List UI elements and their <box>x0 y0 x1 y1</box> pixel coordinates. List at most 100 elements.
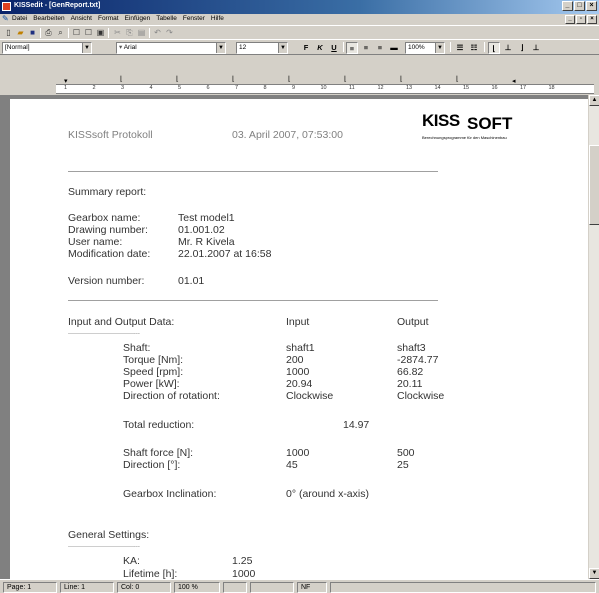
minimize-button[interactable]: _ <box>562 1 573 11</box>
print-icon[interactable]: ⎙ <box>43 27 54 38</box>
ruler-number: 18 <box>548 85 555 91</box>
ruler-scale[interactable]: 1 2 3 4 5 6 7 8 9 10 11 12 13 14 15 16 17 18 <box>56 84 594 94</box>
dash-separator: ------------------------------------ <box>68 331 140 337</box>
doc-restore-button[interactable]: ▫ <box>576 15 586 24</box>
menu-bearbeiten[interactable]: Bearbeiten <box>33 15 64 22</box>
document-icon[interactable]: ✎ <box>2 15 10 23</box>
paste-icon[interactable]: ▤ <box>136 27 147 38</box>
standard-toolbar: ▯ ▰ ■ ⎙ ⌕ ☐ ☐ ▣ ✂ ⎘ ▤ ↶ ↷ <box>0 25 599 39</box>
kisssoft-logo: KISS SOFT Berechnungsprogramme für den M… <box>422 111 513 140</box>
force-label: Direction [°]: <box>123 459 181 471</box>
app-icon <box>2 2 11 11</box>
undo-icon[interactable]: ↶ <box>152 27 163 38</box>
tab-center-icon[interactable]: ⊥ <box>502 42 514 54</box>
tab-right-icon[interactable]: ⌋ <box>516 42 528 54</box>
open-icon[interactable]: ▰ <box>15 27 26 38</box>
vertical-scrollbar[interactable]: ▲ ▼ <box>588 95 599 579</box>
new-icon[interactable]: ▯ <box>3 27 14 38</box>
style-select[interactable]: [Normal] ▼ <box>2 42 92 54</box>
page-icon[interactable]: ☐ <box>71 27 82 38</box>
bullet-list-icon[interactable]: ☰ <box>454 42 466 54</box>
tab-marker-icon[interactable]: ⌊ <box>176 75 179 83</box>
copy-icon[interactable]: ⎘ <box>124 27 135 38</box>
italic-button[interactable]: K <box>314 42 326 54</box>
status-bar: Page: 1 Line: 1 Col: 0 100 % NF <box>0 579 599 593</box>
redo-icon[interactable]: ↷ <box>164 27 175 38</box>
info-label: User name: <box>68 236 123 248</box>
inclination-label: Gearbox Inclination: <box>123 488 217 500</box>
document-page[interactable]: KISSsoft Protokoll 03. April 2007, 07:53… <box>10 99 588 579</box>
cut-icon[interactable]: ✂ <box>112 27 123 38</box>
scroll-down-icon[interactable]: ▼ <box>589 568 599 579</box>
tab-decimal-icon[interactable]: ⊥ <box>530 42 542 54</box>
lifetime-label: Lifetime [h]: <box>123 568 178 579</box>
tab-marker-icon[interactable]: ⌊ <box>400 75 403 83</box>
tab-marker-icon[interactable]: ⌊ <box>456 75 459 83</box>
io-col-output: Output <box>397 316 429 328</box>
io-input: shaft1 <box>286 342 315 354</box>
menu-einfuegen[interactable]: Einfügen <box>125 15 151 22</box>
io-label: Direction of rotationt: <box>123 390 220 402</box>
menu-format[interactable]: Format <box>98 15 119 22</box>
io-input: Clockwise <box>286 390 334 402</box>
ruler-number: 3 <box>121 85 125 91</box>
maximize-button[interactable]: □ <box>574 1 585 11</box>
menu-bar: ✎ Datei Bearbeiten Ansicht Format Einfüg… <box>0 14 599 25</box>
zoom-select[interactable]: 100% ▼ <box>405 42 445 54</box>
status-col: Col: 0 <box>117 582 171 593</box>
tab-marker-icon[interactable]: ⌊ <box>288 75 291 83</box>
io-label: Shaft: <box>123 342 151 354</box>
io-label: Power [kW]: <box>123 378 180 390</box>
menu-fenster[interactable]: Fenster <box>183 15 205 22</box>
info-value: Test model1 <box>178 212 235 224</box>
ruler: ▾ ⌊ ⌊ ⌊ ⌊ ⌊ ⌊ ⌊ ◂ 1 2 3 4 5 6 7 8 9 10 11 12 13 14 15 1… <box>0 56 599 95</box>
numbered-list-icon[interactable]: ☷ <box>468 42 480 54</box>
doc-minimize-button[interactable]: _ <box>565 15 575 24</box>
bold-button[interactable]: F <box>300 42 312 54</box>
tab-marker-icon[interactable]: ⌊ <box>120 75 123 83</box>
menu-tabelle[interactable]: Tabelle <box>156 15 177 22</box>
ruler-number: 12 <box>377 85 384 91</box>
ka-value: 1.25 <box>232 555 253 567</box>
align-right-icon[interactable]: ≡ <box>374 42 386 54</box>
total-reduction-label: Total reduction: <box>123 419 195 431</box>
scroll-up-icon[interactable]: ▲ <box>589 95 599 106</box>
menu-datei[interactable]: Datei <box>12 15 27 22</box>
font-select[interactable]: ▾ Arial ▼ <box>116 42 226 54</box>
close-button[interactable]: × <box>586 1 597 11</box>
ruler-number: 4 <box>149 85 153 91</box>
lifetime-value: 1000 <box>232 568 256 579</box>
menu-ansicht[interactable]: Ansicht <box>71 15 92 22</box>
io-output: 20.11 <box>397 378 423 390</box>
save-icon[interactable]: ■ <box>27 27 38 38</box>
status-nf: NF <box>297 582 327 593</box>
scroll-thumb[interactable] <box>589 145 599 225</box>
info-label: Gearbox name: <box>68 212 141 224</box>
page-view-icon[interactable]: ☐ <box>83 27 94 38</box>
underline-button[interactable]: U <box>328 42 340 54</box>
align-left-icon[interactable]: ≡ <box>346 42 358 54</box>
summary-title: Summary report: <box>68 186 147 198</box>
force-label: Shaft force [N]: <box>123 447 194 459</box>
ruler-number: 13 <box>406 85 413 91</box>
print-preview-icon[interactable]: ⌕ <box>55 27 66 38</box>
ruler-number: 15 <box>463 85 470 91</box>
justify-icon[interactable]: ▬ <box>388 42 400 54</box>
frame-icon[interactable]: ▣ <box>95 27 106 38</box>
doc-close-button[interactable]: × <box>587 15 597 24</box>
status-zoom: 100 % <box>174 582 220 593</box>
menu-hilfe[interactable]: Hilfe <box>211 15 224 22</box>
tab-left-icon[interactable]: ⌊ <box>488 42 500 54</box>
status-empty <box>250 582 294 593</box>
align-center-icon[interactable]: ≡ <box>360 42 372 54</box>
divider <box>68 171 438 172</box>
tab-marker-icon[interactable]: ⌊ <box>232 75 235 83</box>
general-title: General Settings: <box>68 529 150 541</box>
header-left: KISSsoft Protokoll <box>68 129 153 141</box>
force-input: 1000 <box>286 447 310 459</box>
tab-marker-icon[interactable]: ⌊ <box>344 75 347 83</box>
ruler-number: 5 <box>178 85 182 91</box>
info-label: Drawing number: <box>68 224 148 236</box>
status-line: Line: 1 <box>60 582 114 593</box>
font-size-select[interactable]: 12 ▼ <box>236 42 288 54</box>
